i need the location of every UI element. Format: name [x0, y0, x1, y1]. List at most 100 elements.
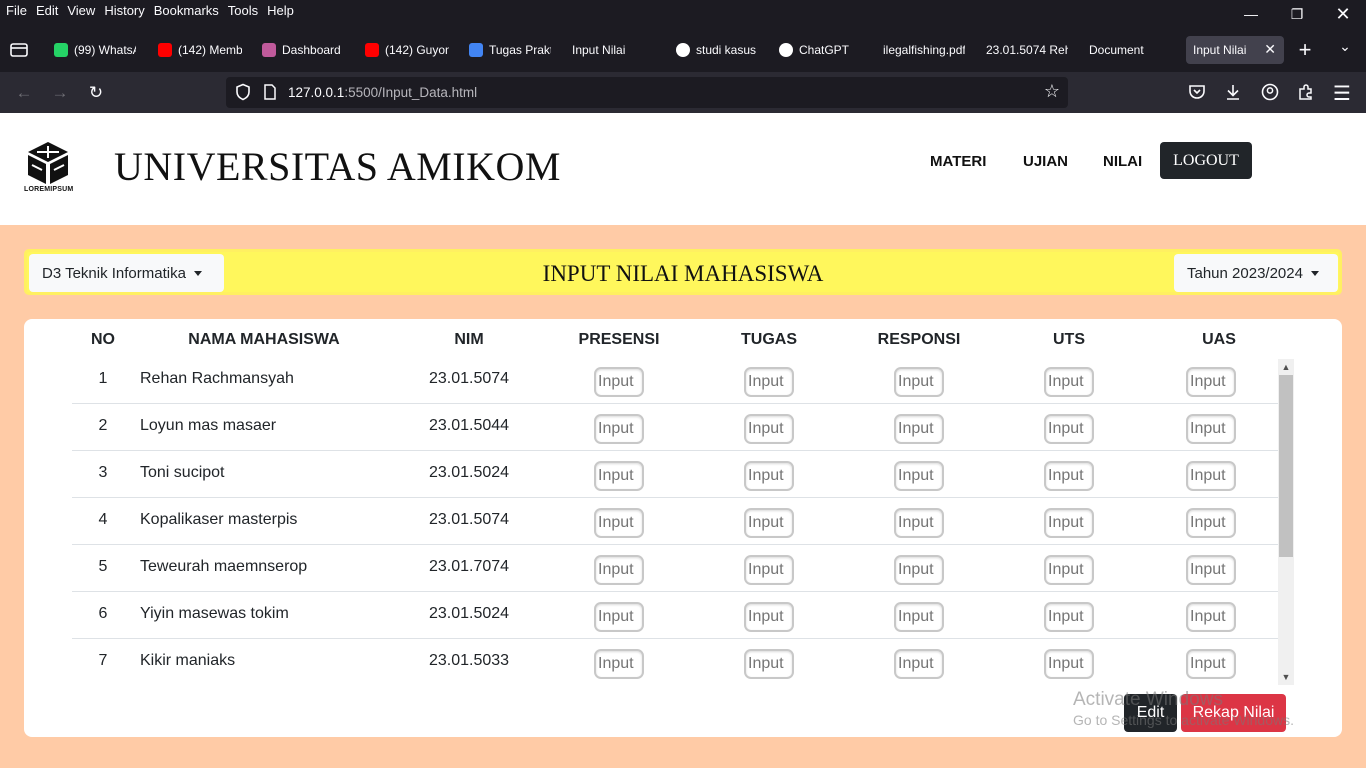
- nav-nilai[interactable]: NILAI: [1103, 153, 1142, 170]
- col-tugas: TUGAS: [741, 331, 797, 348]
- browser-tab[interactable]: ilegalfishing.pdf: [883, 36, 965, 64]
- new-tab-icon[interactable]: +: [1294, 37, 1316, 63]
- tugas-input[interactable]: [744, 649, 794, 679]
- menu-bookmarks[interactable]: Bookmarks: [154, 3, 219, 18]
- shield-icon[interactable]: [234, 83, 252, 101]
- row-number: 6: [98, 605, 108, 622]
- pocket-icon[interactable]: [1186, 82, 1208, 107]
- account-icon[interactable]: [1259, 82, 1281, 107]
- table-scrollbar[interactable]: ▲ ▼: [1278, 359, 1294, 685]
- responsi-input[interactable]: [894, 602, 944, 632]
- uas-input[interactable]: [1186, 602, 1236, 632]
- menu-history[interactable]: History: [104, 3, 144, 18]
- tab-title: (99) WhatsApp: [74, 43, 136, 57]
- student-nim: 23.01.5044: [428, 417, 510, 434]
- browser-tab[interactable]: (142) Guyon: [365, 36, 449, 64]
- presensi-input[interactable]: [594, 461, 644, 491]
- browser-tab[interactable]: Input Nilai ✕: [1186, 36, 1284, 64]
- browser-tab[interactable]: Input Nilai: [572, 36, 642, 64]
- uts-input[interactable]: [1044, 414, 1094, 444]
- uas-input[interactable]: [1186, 555, 1236, 585]
- year-dropdown[interactable]: Tahun 2023/2024: [1174, 254, 1338, 292]
- tugas-input[interactable]: [744, 461, 794, 491]
- restore-icon[interactable]: ❐: [1274, 0, 1320, 28]
- responsi-input[interactable]: [894, 367, 944, 397]
- responsi-input[interactable]: [894, 414, 944, 444]
- menu-edit[interactable]: Edit: [36, 3, 58, 18]
- uts-input[interactable]: [1044, 555, 1094, 585]
- browser-tab[interactable]: (142) Membuat: [158, 36, 242, 64]
- browser-tab[interactable]: ChatGPT: [779, 36, 849, 64]
- tab-bar: (99) WhatsApp (142) Membuat Dashboard (142)…: [0, 28, 1366, 72]
- reload-icon[interactable]: ↻: [85, 82, 107, 104]
- responsi-input[interactable]: [894, 461, 944, 491]
- tab-title: (142) Guyon: [385, 43, 449, 57]
- minimize-icon[interactable]: —: [1228, 0, 1274, 28]
- uts-input[interactable]: [1044, 461, 1094, 491]
- menu-tools[interactable]: Tools: [228, 3, 258, 18]
- browser-tab[interactable]: Tugas Praktikum: [469, 36, 551, 64]
- menu-view[interactable]: View: [67, 3, 95, 18]
- bookmark-star-icon[interactable]: ☆: [1044, 81, 1060, 102]
- chevron-down-icon[interactable]: ⌄: [1334, 38, 1356, 55]
- presensi-input[interactable]: [594, 508, 644, 538]
- rekap-nilai-button[interactable]: Rekap Nilai: [1181, 694, 1286, 732]
- url-text[interactable]: 127.0.0.1:5500/Input_Data.html: [288, 85, 477, 100]
- tugas-input[interactable]: [744, 602, 794, 632]
- tugas-input[interactable]: [744, 367, 794, 397]
- page-icon[interactable]: [262, 83, 278, 101]
- responsi-input[interactable]: [894, 649, 944, 679]
- scroll-up-icon[interactable]: ▲: [1278, 359, 1294, 375]
- responsi-input[interactable]: [894, 555, 944, 585]
- menu-bar: File Edit View History Bookmarks Tools H…: [0, 0, 1366, 28]
- uas-input[interactable]: [1186, 414, 1236, 444]
- presensi-input[interactable]: [594, 414, 644, 444]
- uas-input[interactable]: [1186, 461, 1236, 491]
- extensions-icon[interactable]: [1295, 82, 1317, 107]
- tugas-input[interactable]: [744, 508, 794, 538]
- table-row: 1 Rehan Rachmansyah 23.01.5074: [72, 357, 1278, 404]
- presensi-input[interactable]: [594, 602, 644, 632]
- hamburger-menu-icon[interactable]: ☰: [1331, 81, 1353, 106]
- forward-icon[interactable]: →: [49, 82, 71, 104]
- tugas-input[interactable]: [744, 414, 794, 444]
- presensi-input[interactable]: [594, 649, 644, 679]
- caret-down-icon: [193, 270, 202, 276]
- download-icon[interactable]: [1222, 82, 1244, 107]
- browser-tab[interactable]: 23.01.5074 Rehan: [986, 36, 1068, 64]
- program-dropdown[interactable]: D3 Teknik Informatika: [29, 254, 224, 292]
- tab-title: ilegalfishing.pdf: [883, 43, 965, 57]
- browser-tab[interactable]: studi kasus: [676, 36, 758, 64]
- menu-help[interactable]: Help: [267, 3, 294, 18]
- close-tab-icon[interactable]: ✕: [1264, 41, 1276, 58]
- uts-input[interactable]: [1044, 602, 1094, 632]
- uas-input[interactable]: [1186, 367, 1236, 397]
- logout-button[interactable]: LOGOUT: [1160, 142, 1252, 179]
- student-nim: 23.01.5074: [428, 370, 510, 387]
- close-window-icon[interactable]: ✕: [1320, 0, 1366, 28]
- scroll-down-icon[interactable]: ▼: [1278, 669, 1294, 685]
- row-number: 3: [98, 464, 108, 481]
- uts-input[interactable]: [1044, 367, 1094, 397]
- uas-input[interactable]: [1186, 508, 1236, 538]
- tab-list-icon[interactable]: [8, 40, 30, 60]
- row-number: 4: [98, 511, 108, 528]
- tab-favicon-icon: [158, 43, 172, 57]
- nav-ujian[interactable]: UJIAN: [1023, 153, 1068, 170]
- browser-tab[interactable]: Document: [1089, 36, 1159, 64]
- edit-button[interactable]: Edit: [1124, 694, 1177, 732]
- tugas-input[interactable]: [744, 555, 794, 585]
- url-bar[interactable]: 127.0.0.1:5500/Input_Data.html ☆: [226, 77, 1068, 108]
- uts-input[interactable]: [1044, 508, 1094, 538]
- presensi-input[interactable]: [594, 555, 644, 585]
- browser-tab[interactable]: Dashboard: [262, 36, 344, 64]
- browser-tab[interactable]: (99) WhatsApp: [54, 36, 136, 64]
- back-icon[interactable]: ←: [13, 82, 35, 104]
- uas-input[interactable]: [1186, 649, 1236, 679]
- responsi-input[interactable]: [894, 508, 944, 538]
- scrollbar-thumb[interactable]: [1279, 375, 1293, 557]
- uts-input[interactable]: [1044, 649, 1094, 679]
- nav-materi[interactable]: MATERI: [930, 153, 986, 170]
- presensi-input[interactable]: [594, 367, 644, 397]
- menu-file[interactable]: File: [6, 3, 27, 18]
